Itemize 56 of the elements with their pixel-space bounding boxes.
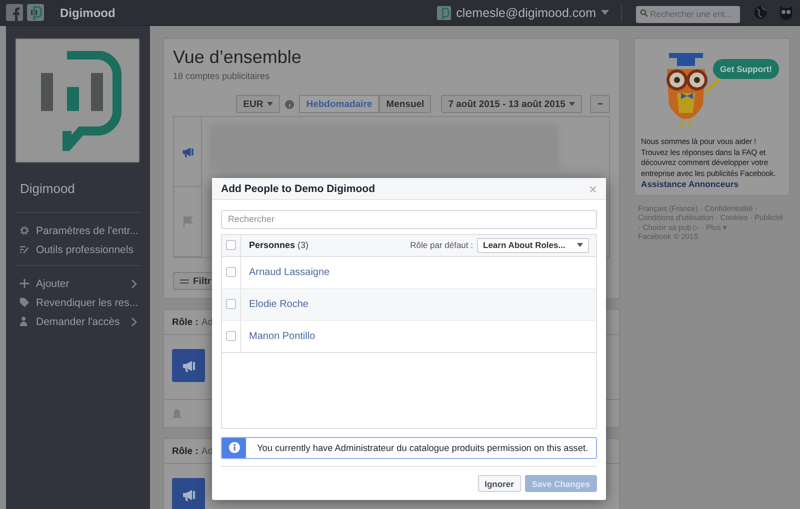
period-tab[interactable]: Hebdomadaire	[299, 95, 380, 113]
plus-icon	[19, 278, 30, 289]
account-count: 18 comptes publicitaires	[173, 71, 271, 81]
info-icon[interactable]	[285, 100, 294, 108]
filter-icon	[180, 278, 189, 284]
ad-account-icon	[172, 349, 205, 382]
page-logo-icon	[437, 6, 452, 20]
person-icon	[19, 316, 30, 327]
caret-icon[interactable]	[601, 10, 609, 15]
role-dropdown[interactable]: Learn About Roles...	[477, 238, 589, 253]
checkbox[interactable]	[226, 331, 236, 342]
currency-dropdown[interactable]: EUR	[236, 95, 280, 113]
search-field[interactable]: Rechercher	[221, 210, 597, 229]
bell-icon	[172, 408, 182, 418]
globe-icon[interactable]	[754, 6, 767, 19]
column-header: Personnes (3)	[248, 240, 310, 250]
support-link[interactable]: Assistance Annonceurs	[641, 179, 783, 189]
page-title: Digimood	[20, 181, 76, 196]
role-label: Rôle :	[172, 316, 198, 328]
sidebar-item[interactable]: Paramètres de l'entr...	[15, 221, 141, 240]
page-name[interactable]: Digimood	[60, 6, 116, 20]
dialog-title: Add People to Demo Digimood	[221, 182, 375, 195]
info-icon	[228, 442, 240, 454]
checkbox[interactable]	[226, 267, 236, 278]
flag-icon	[182, 216, 192, 228]
ignore-button[interactable]: Ignorer	[478, 475, 521, 492]
overview-title: Vue d’ensemble	[173, 47, 302, 68]
chevron-icon	[131, 316, 137, 326]
account-email[interactable]: clemesle@digimood.com	[456, 6, 596, 20]
owl-icon[interactable]	[778, 6, 794, 20]
person-name[interactable]: Manon Pontillo	[241, 330, 316, 342]
facebook-logo-icon[interactable]	[6, 4, 23, 21]
sidebar-item[interactable]: Revendiquer les res...	[15, 293, 141, 312]
ad-account-icon	[172, 478, 205, 509]
checkbox[interactable]	[226, 299, 236, 310]
period-tab[interactable]: Mensuel	[379, 95, 432, 113]
default-role-label: Rôle par défaut :	[410, 240, 473, 250]
checkbox[interactable]	[226, 240, 236, 250]
support-bubble[interactable]: Get Support!	[713, 59, 779, 79]
date-range-dropdown[interactable]: 7 août 2015 - 13 août 2015	[441, 95, 582, 113]
caret-icon	[577, 243, 583, 248]
sidebar-item[interactable]: Outils professionnels	[15, 240, 141, 259]
caret-icon	[569, 102, 576, 106]
caret-icon	[267, 102, 274, 106]
role-label: Rôle :	[172, 446, 198, 456]
person-name[interactable]: Arnaud Lassaigne	[241, 266, 330, 278]
collapse-button[interactable]: −	[590, 95, 610, 113]
gear-icon	[19, 225, 30, 236]
chevron-icon	[131, 278, 137, 288]
tag-icon	[19, 297, 30, 308]
person-name[interactable]: Elodie Roche	[241, 298, 308, 310]
sidebar-item[interactable]: Ajouter	[15, 274, 141, 293]
notice-bar: You currently have Administrateur du catalogue produits permission on this asset.	[221, 436, 597, 459]
sidebar-item[interactable]: Demander l'accès	[15, 312, 141, 331]
pencil-list-icon	[19, 244, 30, 255]
page-logo-icon[interactable]	[27, 4, 44, 21]
